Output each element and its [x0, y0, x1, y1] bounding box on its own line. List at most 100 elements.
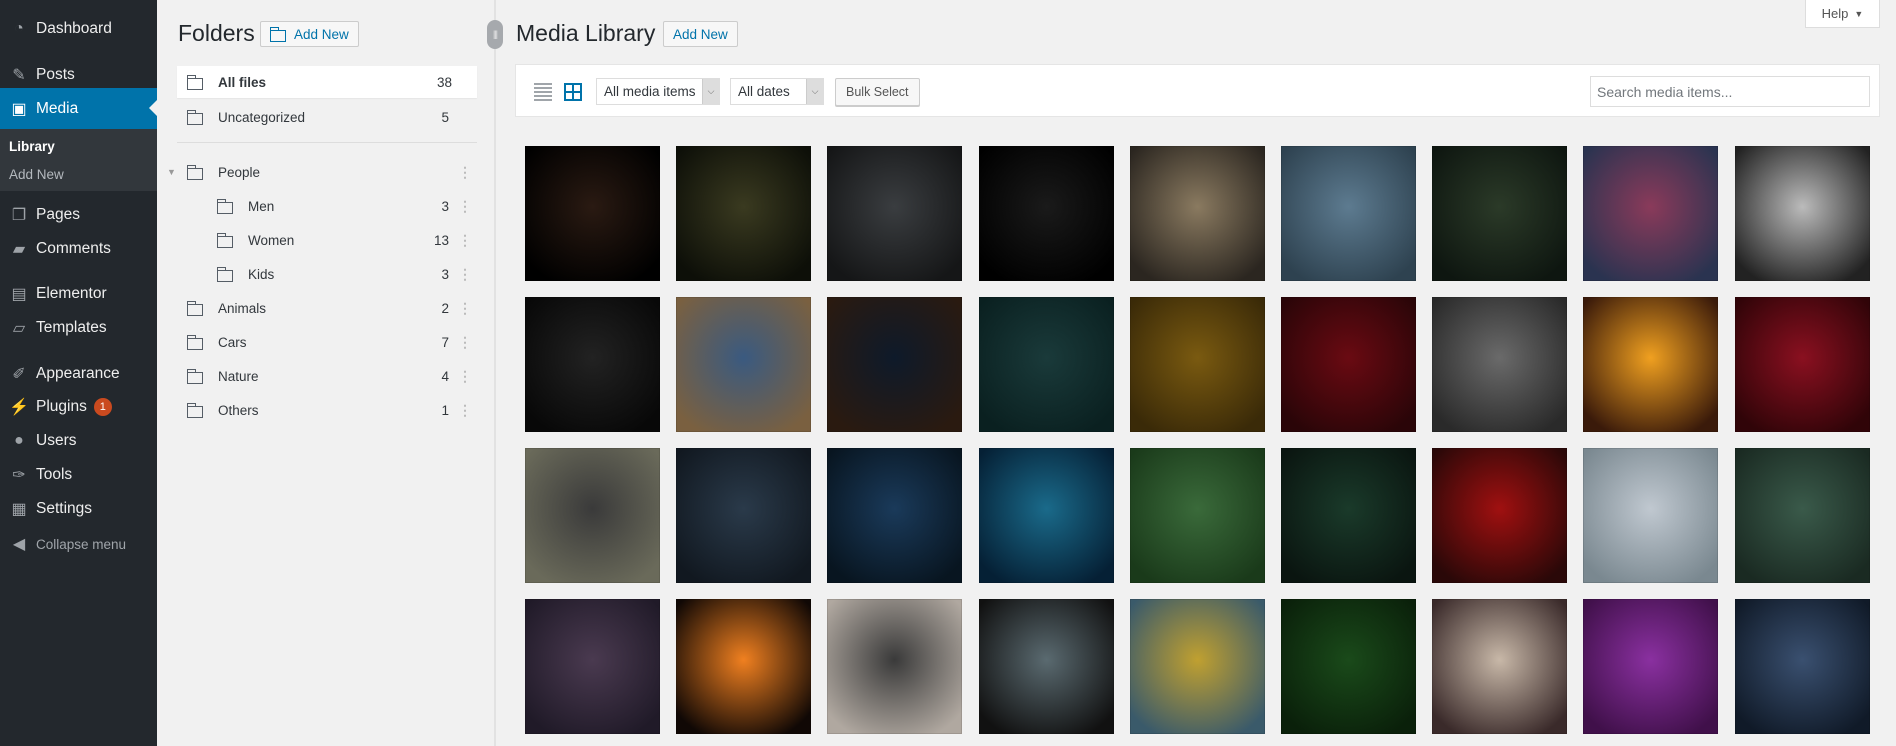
- collapse-icon: ◀: [12, 536, 26, 553]
- sidebar-item-posts[interactable]: ✎ Posts: [0, 58, 157, 92]
- media-thumbnail[interactable]: [978, 146, 1114, 281]
- date-filter[interactable]: All dates ⌵: [730, 78, 824, 105]
- bulk-select-button[interactable]: Bulk Select: [835, 78, 920, 106]
- media-thumbnail[interactable]: [827, 297, 963, 432]
- add-new-media-button[interactable]: Add New: [663, 21, 738, 47]
- more-options-icon[interactable]: ⋮: [458, 402, 472, 419]
- media-thumbnail[interactable]: [978, 599, 1114, 734]
- media-type-value: All media items: [604, 84, 696, 99]
- folder-men[interactable]: Men 3 ⋮: [177, 190, 477, 222]
- brush-icon: ✐: [12, 366, 26, 383]
- media-thumbnail[interactable]: [978, 448, 1114, 583]
- media-thumbnail[interactable]: [1129, 448, 1265, 583]
- media-thumbnail[interactable]: [1432, 297, 1568, 432]
- media-thumbnail[interactable]: [525, 599, 660, 734]
- media-thumbnail[interactable]: [1281, 146, 1416, 281]
- list-view-icon[interactable]: [534, 83, 552, 101]
- media-thumbnail[interactable]: [676, 599, 812, 734]
- page-title: Media Library: [516, 20, 656, 46]
- resize-handle[interactable]: |||: [487, 20, 503, 49]
- sidebar-item-dashboard[interactable]: ◔ Dashboard: [0, 12, 157, 46]
- media-thumbnail[interactable]: [1734, 599, 1870, 734]
- media-thumbnail[interactable]: [676, 448, 812, 583]
- sidebar-item-elementor[interactable]: ▤ Elementor: [0, 277, 157, 311]
- more-options-icon[interactable]: ⋮: [458, 266, 472, 283]
- folder-icon: [216, 266, 233, 282]
- more-options-icon[interactable]: ⋮: [458, 300, 472, 317]
- more-options-icon[interactable]: ⋮: [458, 368, 472, 385]
- sidebar-item-comments[interactable]: ▰ Comments: [0, 232, 157, 266]
- sidebar-item-users[interactable]: ● Users: [0, 424, 157, 458]
- media-thumbnail[interactable]: [827, 146, 963, 281]
- media-thumbnail[interactable]: [1583, 599, 1719, 734]
- media-thumbnail[interactable]: [827, 448, 963, 583]
- sidebar-item-tools[interactable]: ✑ Tools: [0, 458, 157, 492]
- media-type-filter[interactable]: All media items ⌵: [596, 78, 720, 105]
- media-thumbnail[interactable]: [1734, 146, 1870, 281]
- folder-others[interactable]: Others 1 ⋮: [177, 394, 477, 426]
- sidebar-item-appearance[interactable]: ✐ Appearance: [0, 357, 157, 391]
- user-icon: ●: [14, 432, 24, 449]
- folder-icon: [186, 109, 203, 125]
- folder-kids[interactable]: Kids 3 ⋮: [177, 258, 477, 290]
- sidebar-item-media[interactable]: ▣ Media: [0, 88, 157, 129]
- folders-title: Folders: [178, 20, 255, 46]
- date-value: All dates: [738, 84, 790, 99]
- media-thumbnail[interactable]: [676, 297, 812, 432]
- media-icon: ▣: [11, 100, 27, 118]
- folder-animals[interactable]: Animals 2 ⋮: [177, 292, 477, 324]
- folder-icon: [186, 164, 203, 180]
- sidebar-item-label: Collapse menu: [36, 536, 127, 552]
- media-thumbnail[interactable]: [1432, 448, 1568, 583]
- media-thumbnail[interactable]: [1281, 448, 1416, 583]
- folder-all-files[interactable]: All files 38: [177, 66, 477, 98]
- folder-women[interactable]: Women 13 ⋮: [177, 224, 477, 256]
- media-thumbnail[interactable]: [1583, 297, 1719, 432]
- sidebar-item-plugins[interactable]: ⚡ Plugins 1: [0, 390, 157, 424]
- media-submenu: Library Add New: [0, 129, 157, 191]
- sidebar-item-label: Comments: [36, 240, 111, 257]
- more-options-icon[interactable]: ⋮: [458, 164, 472, 181]
- admin-sidebar: Library Add New ◔ Dashboard ✎ Posts ▣ Media ❐ P…: [0, 0, 157, 746]
- more-options-icon[interactable]: ⋮: [458, 232, 472, 249]
- search-input[interactable]: [1590, 76, 1870, 107]
- media-thumbnail[interactable]: [978, 297, 1114, 432]
- sidebar-item-collapse-menu[interactable]: ◀ Collapse menu: [0, 527, 157, 561]
- media-thumbnail[interactable]: [1583, 448, 1719, 583]
- submenu-add-new[interactable]: Add New: [9, 167, 64, 182]
- more-options-icon[interactable]: ⋮: [458, 334, 472, 351]
- media-thumbnail[interactable]: [1583, 146, 1719, 281]
- more-options-icon[interactable]: ⋮: [458, 198, 472, 215]
- media-thumbnail[interactable]: [1129, 599, 1265, 734]
- sidebar-item-label: Tools: [36, 466, 73, 483]
- panel-divider[interactable]: [494, 0, 496, 746]
- media-thumbnail[interactable]: [1129, 297, 1265, 432]
- folder-people[interactable]: ▼ People ⋮: [167, 156, 477, 188]
- media-thumbnail[interactable]: [1432, 599, 1568, 734]
- help-tab[interactable]: Help ▼: [1805, 0, 1880, 28]
- sidebar-item-pages[interactable]: ❐ Pages: [0, 198, 157, 232]
- folder-cars[interactable]: Cars 7 ⋮: [177, 326, 477, 358]
- media-thumbnail[interactable]: [1281, 297, 1416, 432]
- media-thumbnail[interactable]: [1281, 599, 1416, 734]
- media-thumbnail[interactable]: [1129, 146, 1265, 281]
- sidebar-item-label: Pages: [36, 206, 80, 223]
- media-thumbnail[interactable]: [827, 599, 963, 734]
- media-thumbnail[interactable]: [676, 146, 812, 281]
- media-thumbnail[interactable]: [1734, 297, 1870, 432]
- media-thumbnail[interactable]: [525, 297, 660, 432]
- media-thumbnail[interactable]: [525, 448, 660, 583]
- folder-label: Men: [248, 198, 275, 214]
- media-thumbnail[interactable]: [1734, 448, 1870, 583]
- add-folder-button[interactable]: Add New: [260, 21, 359, 47]
- media-thumbnail[interactable]: [525, 146, 660, 281]
- media-thumbnail[interactable]: [1432, 146, 1568, 281]
- folder-uncategorized[interactable]: Uncategorized 5: [177, 101, 477, 133]
- sidebar-item-settings[interactable]: ▦ Settings: [0, 492, 157, 526]
- folder-nature[interactable]: Nature 4 ⋮: [177, 360, 477, 392]
- folder-icon: [186, 402, 203, 418]
- submenu-library[interactable]: Library: [9, 139, 55, 154]
- sidebar-item-templates[interactable]: ▱ Templates: [0, 311, 157, 345]
- grid-view-icon[interactable]: [564, 83, 582, 101]
- caret-down-icon[interactable]: ▼: [167, 167, 176, 177]
